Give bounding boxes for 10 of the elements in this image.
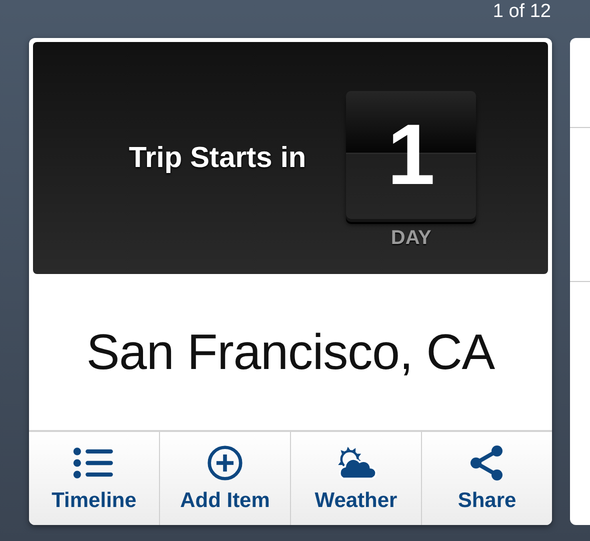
list-icon [73,444,115,480]
toolbar-button[interactable]: Weather [291,432,422,525]
page-counter: 1 of 12 [492,1,551,23]
destination-title: San Francisco, CA [86,323,495,381]
toolbar-button[interactable]: Timeline [29,432,160,525]
countdown-unit: DAY [390,226,432,250]
countdown-value: 1 [387,112,436,198]
countdown-label: Trip Starts in [128,142,306,174]
toolbar-button[interactable]: Add Item [160,432,291,525]
toolbar-button[interactable]: Share [422,432,552,525]
